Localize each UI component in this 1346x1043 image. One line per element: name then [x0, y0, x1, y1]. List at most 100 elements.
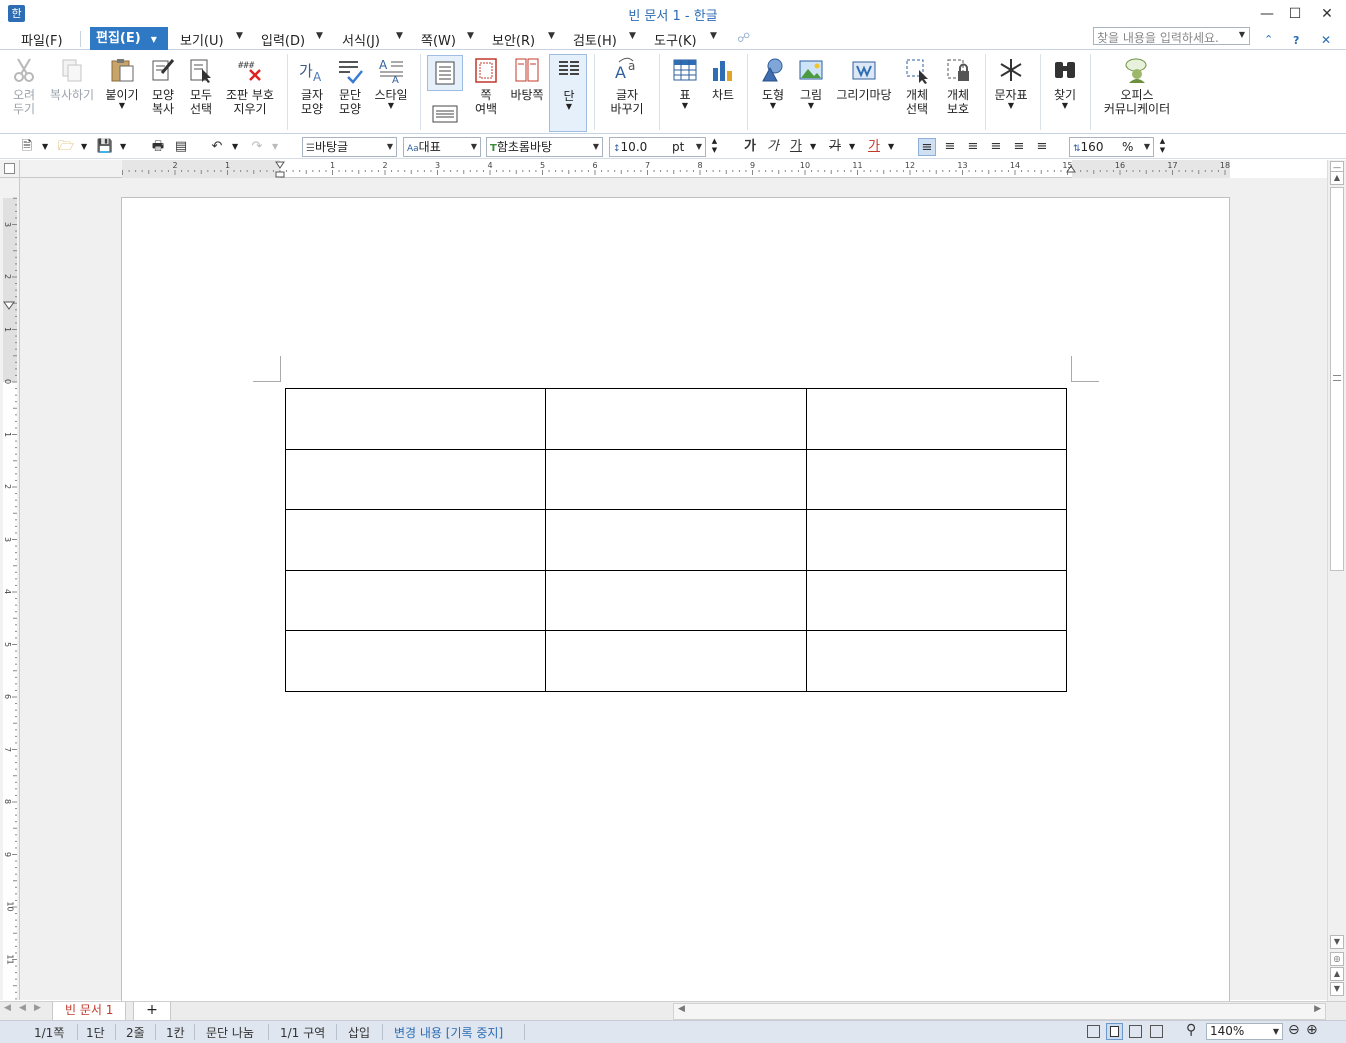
undo-icon[interactable]: ↶: [208, 138, 226, 156]
find-button[interactable]: 찾기 ▼: [1048, 56, 1082, 110]
align-divide-icon[interactable]: ≡: [1033, 138, 1051, 156]
print-icon[interactable]: 🖶: [149, 138, 167, 156]
menu-view[interactable]: 보기(U): [180, 30, 224, 49]
zoom-in-icon[interactable]: ⊕: [1306, 1022, 1318, 1038]
clear-marks-button[interactable]: ### 조판 부호 지우기: [221, 56, 279, 116]
prev-page-icon[interactable]: ▲: [1330, 967, 1344, 981]
view-fit-page-icon[interactable]: [1087, 1025, 1100, 1038]
align-justify-icon[interactable]: ≡: [918, 138, 936, 156]
maximize-button[interactable]: ☐: [1284, 4, 1306, 24]
network-icon[interactable]: ☍: [737, 31, 750, 46]
ruler-corner[interactable]: [0, 160, 20, 178]
help-icon[interactable]: ?: [1293, 34, 1299, 47]
status-section[interactable]: 1/1 구역: [280, 1024, 325, 1041]
object-protect-button[interactable]: 개체 보호: [938, 56, 978, 116]
new-doc-caret[interactable]: ▼: [42, 142, 48, 151]
underline-button[interactable]: 가: [787, 138, 805, 156]
zoom-select[interactable]: 140% ▼: [1206, 1023, 1283, 1040]
format-copy-button[interactable]: 모양 복사: [145, 56, 181, 116]
menu-insert[interactable]: 입력(D): [261, 30, 305, 49]
status-insert[interactable]: 삽입: [348, 1024, 370, 1041]
style-button[interactable]: AA 스타일 ▼: [370, 56, 412, 110]
scroll-thumb[interactable]: [1330, 187, 1344, 571]
save-caret[interactable]: ▼: [120, 142, 126, 151]
table-cell[interactable]: [545, 569, 807, 632]
line-spacing-spinner[interactable]: ▲ ▼: [1156, 137, 1169, 157]
object-select-button[interactable]: 개체 선택: [898, 56, 936, 116]
table-cell[interactable]: [805, 569, 1068, 632]
picture-caret[interactable]: ▼: [795, 102, 827, 110]
table-cell[interactable]: [805, 388, 1068, 450]
table-cell[interactable]: [284, 509, 547, 571]
help-search-box[interactable]: 찾을 내용을 입력하세요. ▼: [1093, 27, 1250, 45]
underline-caret[interactable]: ▼: [810, 142, 816, 151]
table-cell[interactable]: [284, 569, 547, 632]
picture-button[interactable]: 그림 ▼: [795, 56, 827, 110]
font-color-caret[interactable]: ▼: [888, 142, 894, 151]
para-shape-button[interactable]: 문단 모양: [332, 56, 368, 116]
preview-icon[interactable]: ▤: [172, 138, 190, 156]
menu-page-caret[interactable]: ▼: [467, 31, 474, 41]
scroll-up-button[interactable]: ▲: [1330, 171, 1344, 185]
menu-tools[interactable]: 도구(K): [654, 30, 697, 49]
tab-prev-icon[interactable]: ◀: [19, 1003, 26, 1013]
strike-button[interactable]: 가: [826, 138, 844, 156]
menu-page[interactable]: 쪽(W): [421, 30, 456, 49]
lang-select[interactable]: Aa대표 ▼: [403, 137, 481, 157]
close-button[interactable]: ✕: [1316, 4, 1338, 24]
copy-button[interactable]: 복사하기: [46, 56, 98, 102]
page-margin-button[interactable]: 쪽 여백: [469, 56, 503, 116]
document-table[interactable]: [284, 388, 1068, 692]
status-page[interactable]: 1/1쪽: [34, 1024, 64, 1041]
new-doc-icon[interactable]: 🗎: [18, 138, 36, 156]
column-caret[interactable]: ▼: [554, 103, 584, 111]
view-two-page-icon[interactable]: [1150, 1025, 1163, 1038]
align-center-icon[interactable]: ≡: [964, 138, 982, 156]
char-map-caret[interactable]: ▼: [990, 102, 1032, 110]
zoom-out-icon[interactable]: ⊖: [1288, 1022, 1300, 1038]
align-left-icon[interactable]: ≡: [941, 138, 959, 156]
horizontal-scrollbar[interactable]: ◀ ▶: [673, 1003, 1326, 1020]
menu-tools-caret[interactable]: ▼: [710, 31, 717, 41]
zoom-icon[interactable]: ⚲: [1186, 1022, 1196, 1038]
table-cell[interactable]: [805, 509, 1068, 571]
scroll-down-button[interactable]: ▼: [1330, 935, 1344, 949]
menu-insert-caret[interactable]: ▼: [316, 31, 323, 41]
table-button[interactable]: 표 ▼: [670, 56, 700, 110]
paste-button[interactable]: 붙이기 ▼: [102, 56, 142, 110]
char-replace-button[interactable]: Aa 글자 바꾸기: [604, 56, 650, 116]
horizontal-ruler[interactable]: 2 1 1 2 3 4 5 6 7 8 9 10 11 12 13 14 15 16 17 18: [122, 160, 1230, 178]
menu-security[interactable]: 보안(R): [492, 30, 535, 49]
font-select[interactable]: T함초롬바탕 ▼: [486, 137, 603, 157]
gallery-button[interactable]: 그리기마당: [832, 56, 896, 102]
master-page-button[interactable]: 바탕쪽: [507, 56, 547, 102]
chart-button[interactable]: 차트: [707, 56, 739, 102]
font-color-button[interactable]: 가: [865, 138, 883, 156]
cut-button[interactable]: 오려 두기: [4, 56, 44, 116]
status-para-break[interactable]: 문단 나눔: [206, 1024, 254, 1041]
align-right-icon[interactable]: ≡: [987, 138, 1005, 156]
select-browse-object-icon[interactable]: ◎: [1330, 952, 1344, 966]
page-horizontal-button[interactable]: [431, 103, 459, 125]
tab-next-icon[interactable]: ▶: [34, 1003, 41, 1013]
select-all-button[interactable]: 모두 선택: [183, 56, 219, 116]
page-layout-button[interactable]: [427, 55, 463, 91]
style-select[interactable]: ☰바탕글 ▼: [302, 137, 397, 157]
italic-button[interactable]: 가: [764, 138, 782, 156]
char-shape-button[interactable]: 가A 글자 모양: [293, 56, 331, 116]
minimize-button[interactable]: —: [1256, 4, 1278, 24]
undo-caret[interactable]: ▼: [232, 142, 238, 151]
shape-button[interactable]: 도형 ▼: [756, 56, 790, 110]
menu-file[interactable]: 파일(F): [21, 30, 63, 49]
table-cell[interactable]: [805, 630, 1068, 692]
menu-format-caret[interactable]: ▼: [396, 31, 403, 41]
help-search-caret[interactable]: ▼: [1239, 30, 1245, 39]
vertical-scrollbar[interactable]: — ▲ ▼ ◎ ▲ ▼: [1327, 160, 1346, 1002]
table-cell[interactable]: [284, 388, 547, 450]
document-tab[interactable]: 빈 문서 1: [52, 1002, 127, 1021]
table-cell[interactable]: [805, 448, 1068, 511]
align-distribute-icon[interactable]: ≡: [1010, 138, 1028, 156]
menu-view-caret[interactable]: ▼: [236, 31, 243, 41]
view-page-icon[interactable]: [1106, 1023, 1123, 1040]
paste-caret[interactable]: ▼: [102, 102, 142, 110]
